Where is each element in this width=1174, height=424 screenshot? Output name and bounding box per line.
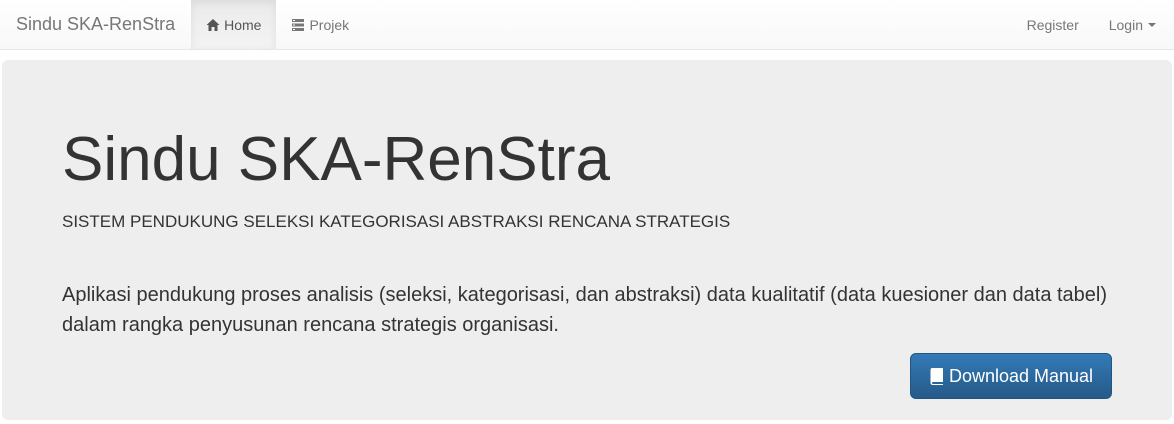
jumbotron: Sindu SKA-RenStra SISTEM PENDUKUNG SELEK… (2, 60, 1172, 420)
nav-item-register[interactable]: Register (1012, 0, 1094, 49)
nav-item-projek[interactable]: Projek (276, 0, 364, 49)
nav-item-home[interactable]: Home (191, 0, 277, 49)
navbar-brand[interactable]: Sindu SKA-RenStra (0, 0, 191, 49)
download-manual-button[interactable]: Download Manual (910, 353, 1112, 399)
nav-item-login-label: Login (1108, 16, 1143, 33)
navbar-spacer (364, 0, 1011, 49)
book-icon (929, 367, 945, 385)
list-icon (291, 18, 305, 32)
download-manual-label: Download Manual (948, 365, 1094, 386)
nav-item-register-label: Register (1026, 16, 1079, 33)
caret-down-icon (1148, 22, 1156, 27)
page-description: Aplikasi pendukung proses analisis (sele… (62, 284, 1108, 336)
nav-item-home-label: Home (224, 16, 262, 33)
nav-item-login[interactable]: Login (1094, 0, 1174, 49)
top-navbar: Sindu SKA-RenStra Home Projek Register L… (0, 0, 1174, 50)
page-subtitle: SISTEM PENDUKUNG SELEKSI KATEGORISASI AB… (62, 212, 731, 231)
page-title: Sindu SKA-RenStra (62, 125, 610, 194)
home-icon (206, 18, 220, 32)
nav-item-projek-label: Projek (309, 16, 350, 33)
